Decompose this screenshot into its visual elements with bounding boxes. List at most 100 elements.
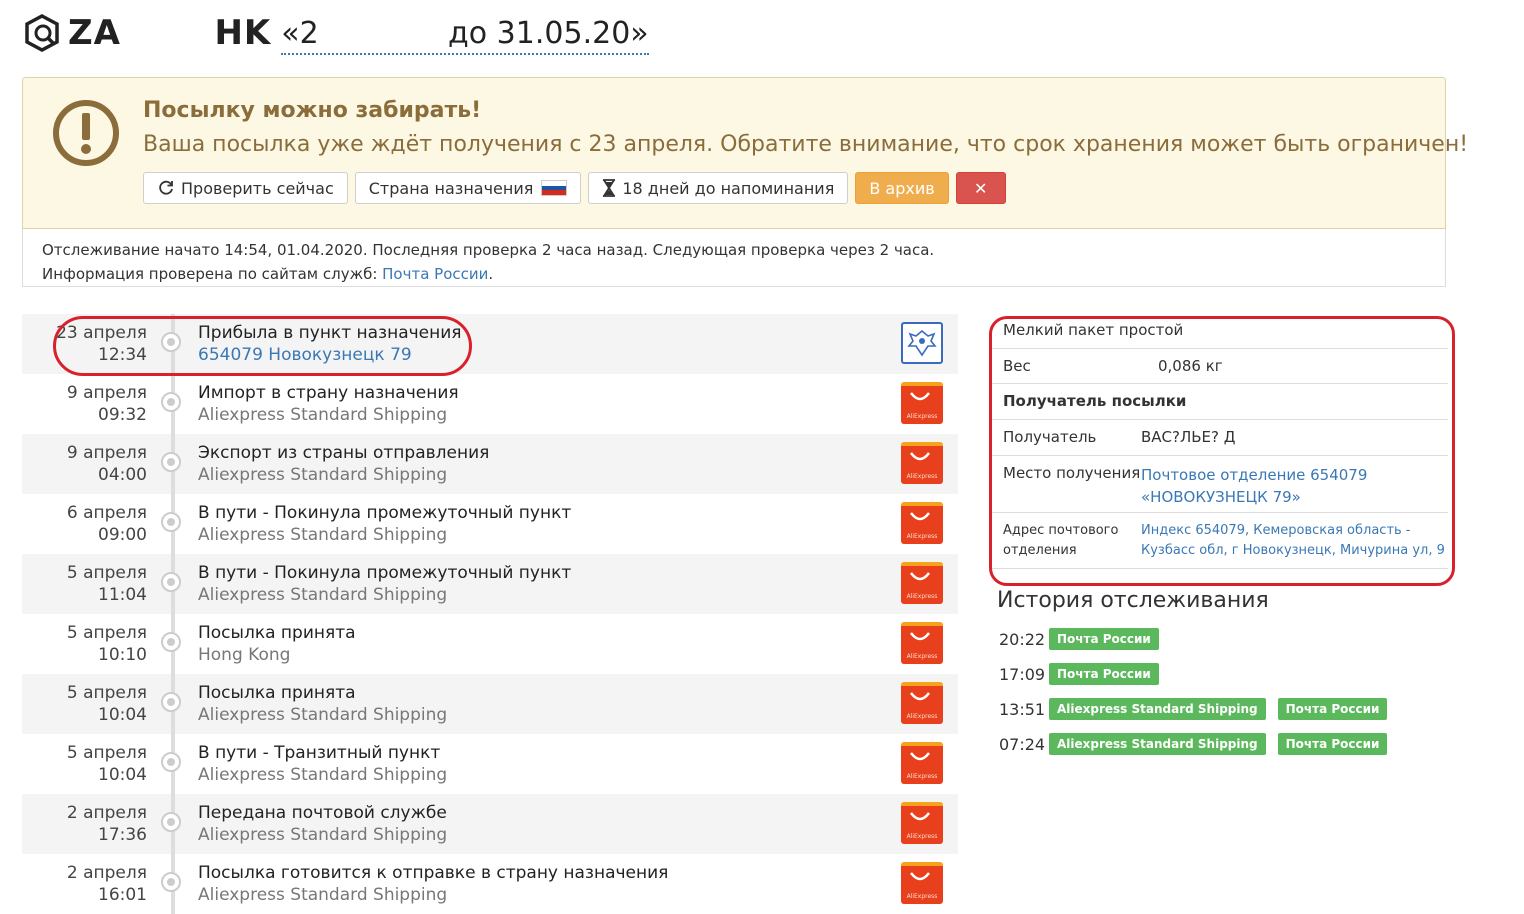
event-time: 10:04 — [98, 765, 147, 785]
page-header: ZA HK «2 до 31.05.20» — [20, 8, 649, 58]
aliexpress-logo-icon[interactable]: AliExpress — [901, 802, 943, 844]
refresh-icon — [159, 180, 173, 195]
aliexpress-logo-icon[interactable]: AliExpress — [901, 682, 943, 724]
event-datetime: 5 апреля 10:10 — [67, 622, 147, 666]
tracking-sources-text: Информация проверена по сайтам служб: По… — [42, 265, 494, 283]
event-row: 2 апреля 17:36 Передана почтовой службе A… — [22, 794, 958, 854]
site-logo-icon[interactable] — [20, 11, 64, 55]
archive-button[interactable]: В архив — [855, 172, 949, 204]
highlight-oval — [53, 316, 472, 376]
aliexpress-logo-icon[interactable]: AliExpress — [901, 502, 943, 544]
event-text: Посылка принята Aliexpress Standard Ship… — [198, 682, 447, 726]
highlight-box — [989, 316, 1455, 586]
event-title: В пути - Покинула промежуточный пункт — [198, 563, 572, 583]
aliexpress-logo-icon[interactable]: AliExpress — [901, 442, 943, 484]
aliexpress-logo-text: AliExpress — [906, 713, 938, 720]
event-datetime: 2 апреля 17:36 — [67, 802, 147, 846]
event-subtitle: Aliexpress Standard Shipping — [198, 585, 448, 605]
tracking-info: Отслеживание начато 14:54, 01.04.2020. П… — [22, 229, 1446, 287]
alert-title: Посылку можно забирать! — [143, 98, 482, 123]
service-badge[interactable]: Почта России — [1049, 663, 1159, 685]
event-time: 16:01 — [98, 885, 147, 905]
event-title: Импорт в страну назначения — [198, 383, 459, 403]
event-date: 5 апреля — [66, 623, 147, 643]
event-subtitle: Aliexpress Standard Shipping — [198, 465, 448, 485]
event-subtitle: Aliexpress Standard Shipping — [198, 825, 448, 845]
timeline-dot — [161, 872, 181, 892]
aliexpress-logo-text: AliExpress — [906, 473, 938, 480]
delete-button[interactable]: ✕ — [955, 172, 1006, 204]
service-badge[interactable]: Почта России — [1277, 698, 1388, 720]
event-text: В пути - Покинула промежуточный пункт Al… — [198, 562, 571, 606]
event-subtitle: Aliexpress Standard Shipping — [198, 525, 448, 545]
timeline-dot — [161, 632, 181, 652]
events-timeline: 23 апреля 12:34 Прибыла в пункт назначени… — [22, 314, 958, 914]
event-date: 2 апреля — [66, 863, 147, 883]
event-row: 6 апреля 09:00 В пути - Покинула промежут… — [22, 494, 958, 554]
event-text: Посылка принята Hong Kong — [198, 622, 356, 666]
history-time: 13:51 — [999, 699, 1046, 719]
event-time: 09:00 — [98, 525, 147, 545]
event-row: 5 апреля 11:04 В пути - Покинула промежут… — [22, 554, 958, 614]
aliexpress-logo-text: AliExpress — [906, 833, 938, 840]
service-badge[interactable]: Aliexpress Standard Shipping — [1049, 733, 1266, 755]
aliexpress-logo-text: AliExpress — [906, 593, 938, 600]
history-time: 07:24 — [999, 734, 1046, 754]
tracking-started-text: Отслеживание начато 14:54, 01.04.2020. П… — [42, 241, 935, 259]
check-now-button[interactable]: Проверить сейчас — [143, 172, 348, 204]
timeline-dot — [161, 692, 181, 712]
event-date: 2 апреля — [66, 803, 147, 823]
event-date: 6 апреля — [66, 503, 147, 523]
service-badge[interactable]: Aliexpress Standard Shipping — [1049, 698, 1266, 720]
event-time: 09:32 — [98, 405, 147, 425]
destination-country-button[interactable]: Страна назначения — [354, 172, 582, 204]
aliexpress-logo-icon[interactable]: AliExpress — [901, 862, 943, 904]
tracking-history-title: История отслеживания — [997, 588, 1269, 613]
aliexpress-logo-text: AliExpress — [906, 653, 938, 660]
aliexpress-logo-icon[interactable]: AliExpress — [901, 562, 943, 604]
event-row: 9 апреля 04:00 Экспорт из страны отправле… — [22, 434, 958, 494]
event-datetime: 9 апреля 04:00 — [67, 442, 147, 486]
event-text: Экспорт из страны отправления Aliexpress… — [198, 442, 489, 486]
event-title: Посылка готовится к отправке в страну на… — [198, 863, 669, 883]
service-badge[interactable]: Почта России — [1049, 628, 1159, 650]
event-datetime: 5 апреля 11:04 — [67, 562, 147, 606]
reminder-button[interactable]: 18 дней до напоминания — [588, 172, 849, 204]
hourglass-icon — [603, 179, 616, 197]
russian-post-logo-icon[interactable] — [901, 322, 943, 364]
event-text: Передана почтовой службе Aliexpress Stan… — [198, 802, 447, 846]
event-time: 04:00 — [98, 465, 147, 485]
event-subtitle: Aliexpress Standard Shipping — [198, 405, 448, 425]
aliexpress-logo-icon[interactable]: AliExpress — [901, 622, 943, 664]
event-row: 5 апреля 10:04 Посылка принята Aliexpress… — [22, 674, 958, 734]
history-row: 20:22 Почта России — [999, 628, 1171, 650]
event-row: 2 апреля 16:01 Посылка готовится к отправ… — [22, 854, 958, 914]
event-row: 5 апреля 10:04 В пути - Транзитный пункт … — [22, 734, 958, 794]
event-time: 11:04 — [98, 585, 147, 605]
event-title: Посылка принята — [198, 623, 356, 643]
parcel-track-number: ZA HK — [68, 13, 272, 53]
event-text: В пути - Транзитный пункт Aliexpress Sta… — [198, 742, 447, 786]
event-datetime: 5 апреля 10:04 — [67, 682, 147, 726]
aliexpress-logo-icon[interactable]: AliExpress — [901, 382, 943, 424]
history-time: 17:09 — [999, 664, 1046, 684]
event-time: 10:10 — [98, 645, 147, 665]
timeline-dot — [161, 452, 181, 472]
event-title: В пути - Покинула промежуточный пункт — [198, 503, 572, 523]
timeline-dot — [161, 812, 181, 832]
event-date: 5 апреля — [66, 563, 147, 583]
history-row: 13:51 Aliexpress Standard Shipping Почта Р… — [999, 698, 1399, 720]
russian-post-link[interactable]: Почта России — [382, 265, 488, 283]
aliexpress-logo-icon[interactable]: AliExpress — [901, 742, 943, 784]
event-subtitle: Hong Kong — [198, 645, 291, 665]
event-datetime: 9 апреля 09:32 — [67, 382, 147, 426]
history-row: 17:09 Почта России — [999, 663, 1171, 685]
event-text: Посылка готовится к отправке в страну на… — [198, 862, 668, 906]
timeline-dot — [161, 392, 181, 412]
event-subtitle: Aliexpress Standard Shipping — [198, 765, 448, 785]
event-row: 9 апреля 09:32 Импорт в страну назначения… — [22, 374, 958, 434]
event-title: Посылка принята — [198, 683, 356, 703]
aliexpress-logo-text: AliExpress — [906, 533, 938, 540]
parcel-name[interactable]: «2 до 31.05.20» — [281, 15, 649, 55]
service-badge[interactable]: Почта России — [1277, 733, 1388, 755]
